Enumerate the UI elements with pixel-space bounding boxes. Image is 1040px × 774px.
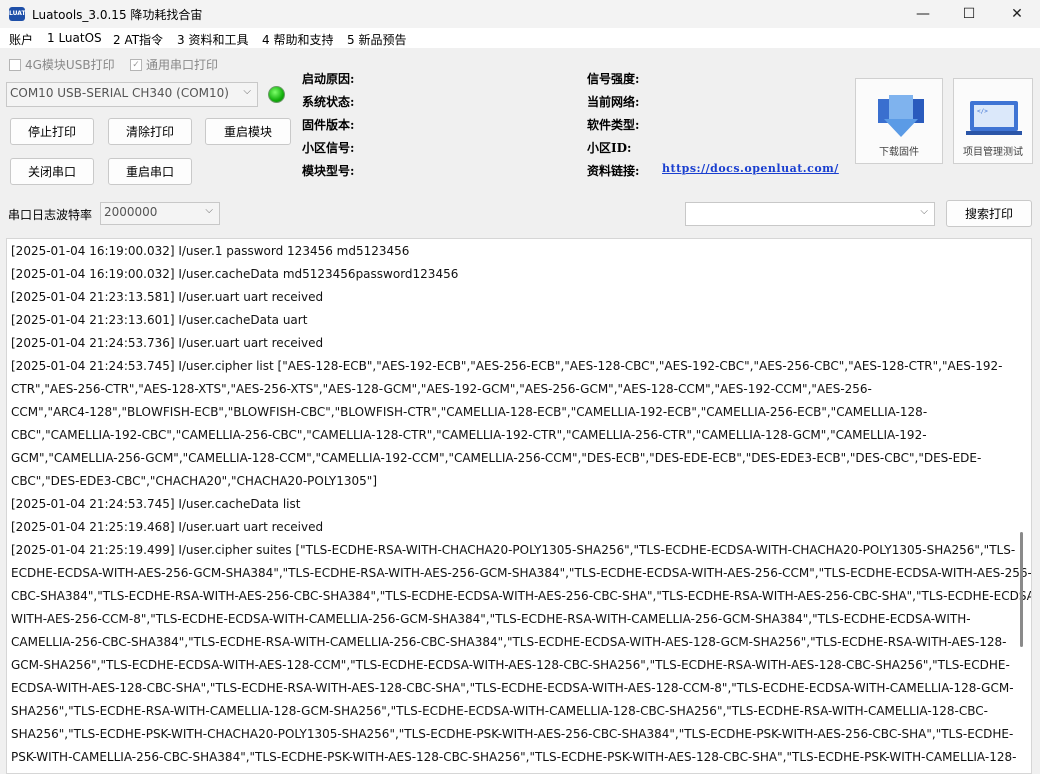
log-line: CBC","DES-EDE3-CBC","CHACHA20","CHACHA20…	[11, 474, 377, 488]
log-line: SHA256","TLS-ECDHE-RSA-WITH-CAMELLIA-128…	[11, 704, 988, 718]
firmware-version-label: 固件版本:	[302, 118, 355, 132]
port-status-indicator	[268, 86, 285, 103]
chevron-down-icon: ⌵	[205, 205, 213, 216]
log-line: CAMELLIA-256-CBC-SHA384","TLS-ECDHE-RSA-…	[11, 635, 1007, 649]
svg-text:</>: </>	[977, 108, 988, 115]
download-firmware-label: 下载固件	[879, 147, 919, 158]
log-line: [2025-01-04 21:24:53.745] I/user.cacheDa…	[11, 497, 301, 511]
log-line: ECDHE-ECDSA-WITH-AES-256-GCM-SHA384","TL…	[11, 566, 1032, 580]
log-line: [2025-01-04 21:25:19.499] I/user.cipher …	[11, 543, 1016, 557]
baud-rate-label: 串口日志波特率	[8, 208, 93, 222]
stop-print-button[interactable]: 停止打印	[10, 118, 94, 145]
maximize-button[interactable]: ☐	[946, 0, 992, 28]
restart-module-button[interactable]: 重启模块	[205, 118, 291, 145]
port-value: COM10 USB-SERIAL CH340 (COM10)	[10, 86, 229, 100]
log-line: CBC-SHA384","TLS-ECDHE-RSA-WITH-AES-256-…	[11, 589, 1032, 603]
clear-print-button[interactable]: 清除打印	[108, 118, 192, 145]
monitor-icon: </>	[966, 101, 1022, 135]
project-manager-button[interactable]: </> 项目管理测试	[953, 78, 1033, 164]
log-line: [2025-01-04 21:24:53.745] I/user.cipher …	[11, 359, 1003, 373]
module-model-label: 模块型号:	[302, 164, 355, 178]
log-line: [2025-01-04 21:23:13.581] I/user.uart ua…	[11, 290, 324, 304]
check-icon[interactable]: ✓	[130, 58, 142, 71]
log-output[interactable]: [2025-01-04 16:19:00.032] I/user.1 passw…	[6, 238, 1032, 774]
log-line: CBC","CAMELLIA-192-CBC","CAMELLIA-256-CB…	[11, 428, 927, 442]
system-status-label: 系统状态:	[302, 95, 355, 109]
chevron-down-icon: ⌵	[243, 86, 251, 97]
signal-strength-label: 信号强度:	[587, 72, 640, 86]
software-type-label: 软件类型:	[587, 118, 640, 132]
log-line: [2025-01-04 21:25:19.468] I/user.uart ua…	[11, 520, 324, 534]
log-line: [2025-01-04 21:23:13.601] I/user.cacheDa…	[11, 313, 308, 327]
doc-link[interactable]: https://docs.openluat.com/	[662, 162, 839, 175]
cell-signal-label: 小区信号:	[302, 141, 355, 155]
cell-id-label: 小区ID:	[587, 141, 632, 155]
current-network-label: 当前网络:	[587, 95, 640, 109]
close-button[interactable]: ✕	[994, 0, 1040, 28]
log-line: SHA256","TLS-ECDHE-PSK-WITH-CHACHA20-POL…	[11, 727, 1014, 741]
download-firmware-button[interactable]: 下载固件	[855, 78, 943, 164]
menu-account[interactable]: 账户	[9, 31, 33, 48]
log-line: CCM","ARC4-128","BLOWFISH-ECB","BLOWFISH…	[11, 405, 928, 419]
close-port-button[interactable]: 关闭串口	[10, 158, 94, 185]
log-line: GCM","CAMELLIA-256-GCM","CAMELLIA-128-CC…	[11, 451, 982, 465]
project-manager-label: 项目管理测试	[963, 147, 1023, 158]
minimize-button[interactable]: —	[900, 0, 946, 28]
usb-print-checkbox[interactable]: 4G模块USB打印	[9, 56, 115, 73]
restart-port-button[interactable]: 重启串口	[108, 158, 192, 185]
menu-at-commands[interactable]: 2 AT指令	[113, 31, 163, 48]
window-title: Luatools_3.0.15 降功耗找合宙	[32, 8, 203, 22]
checkbox-box[interactable]	[9, 58, 21, 71]
menu-docs-tools[interactable]: 3 资料和工具	[177, 31, 248, 48]
download-icon	[878, 95, 924, 137]
log-line: [2025-01-04 16:19:00.032] I/user.1 passw…	[11, 244, 410, 258]
usb-print-label: 4G模块USB打印	[25, 58, 115, 72]
title-bar: LUAT Luatools_3.0.15 降功耗找合宙 — ☐ ✕	[0, 0, 1040, 28]
boot-reason-label: 启动原因:	[302, 72, 355, 86]
baud-rate-select[interactable]: 2000000 ⌵	[100, 202, 220, 225]
log-line: ECDSA-WITH-AES-128-CBC-SHA","TLS-ECDHE-R…	[11, 681, 1014, 695]
log-line: WITH-AES-256-CCM-8","TLS-ECDHE-ECDSA-WIT…	[11, 612, 971, 626]
log-line: [2025-01-04 21:24:53.736] I/user.uart ua…	[11, 336, 324, 350]
log-line: GCM-SHA256","TLS-ECDHE-ECDSA-WITH-AES-12…	[11, 658, 1010, 672]
search-select[interactable]: ⌵	[685, 202, 935, 226]
doc-link-label: 资料链接:	[587, 164, 640, 178]
menu-help-support[interactable]: 4 帮助和支持	[262, 31, 333, 48]
app-logo-icon: LUAT	[9, 7, 26, 21]
log-line: [2025-01-04 16:19:00.032] I/user.cacheDa…	[11, 267, 459, 281]
baud-rate-value: 2000000	[104, 205, 158, 219]
log-scrollbar[interactable]	[1020, 532, 1023, 647]
log-line: CTR","AES-256-CTR","AES-128-XTS","AES-25…	[11, 382, 872, 396]
menu-new-products[interactable]: 5 新品预告	[347, 31, 406, 48]
serial-print-label: 通用串口打印	[146, 58, 219, 72]
port-select[interactable]: COM10 USB-SERIAL CH340 (COM10) ⌵	[6, 82, 258, 107]
menu-bar: 账户 1 LuatOS 2 AT指令 3 资料和工具 4 帮助和支持 5 新品预…	[0, 28, 1040, 48]
menu-luatos[interactable]: 1 LuatOS	[47, 31, 102, 45]
search-print-button[interactable]: 搜索打印	[946, 200, 1032, 227]
chevron-down-icon: ⌵	[920, 206, 928, 217]
serial-print-checkbox[interactable]: ✓ 通用串口打印	[130, 56, 218, 73]
log-line: PSK-WITH-CAMELLIA-256-CBC-SHA384","TLS-E…	[11, 750, 1017, 764]
